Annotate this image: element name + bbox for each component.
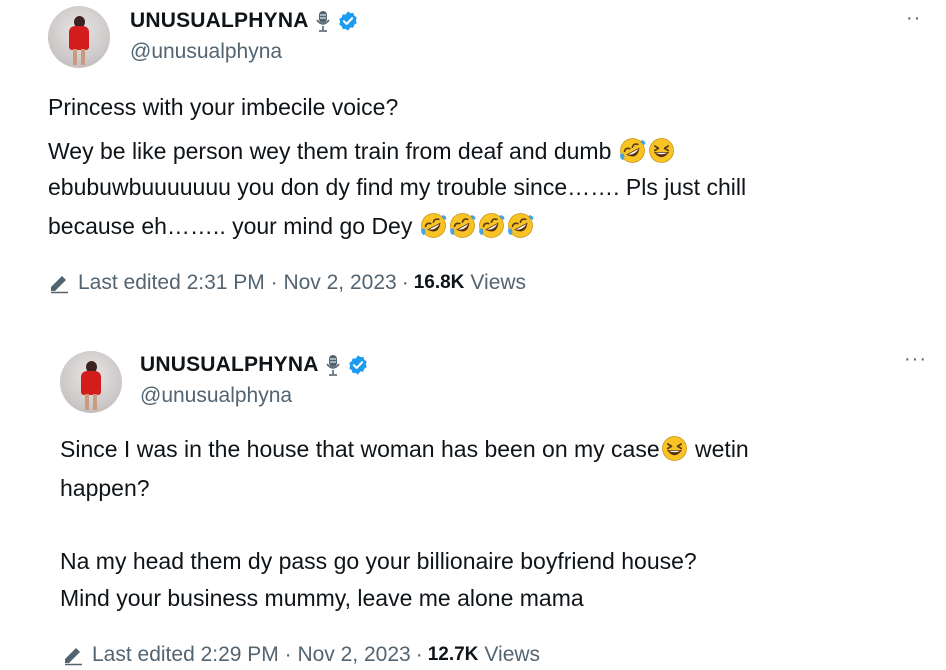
tweet-text-line: Na my head them dy pass go your billiona…: [60, 548, 697, 575]
author-name-row[interactable]: UNUSUALPHYNA: [140, 353, 369, 377]
tweet-card[interactable]: UNUSUALPHYNA @unusualphyna ·· Princess w…: [0, 0, 946, 322]
tweet-card[interactable]: UNUSUALPHYNA @unusualphyna ··· Since I w…: [0, 335, 946, 670]
more-options-button[interactable]: ···: [904, 349, 927, 369]
verified-badge-icon[interactable]: [347, 354, 369, 376]
rofl-emoji-icon: [478, 212, 505, 239]
avatar-figure-legs: [85, 394, 97, 410]
pencil-icon: [48, 272, 70, 294]
tweet-text-line: because eh…….. your mind go Dey: [48, 212, 535, 240]
tweet-text-line: Since I was in the house that woman has …: [60, 435, 749, 463]
tweet-text: wetin: [695, 436, 749, 462]
tweet-meta: Last edited 2:31 PM · Nov 2, 2023 · 16.8…: [48, 271, 526, 295]
user-handle[interactable]: @unusualphyna: [140, 384, 292, 408]
tweet-text: Wey be like person wey them train from d…: [48, 138, 612, 164]
last-edited-link[interactable]: Last edited 2:29 PM · Nov 2, 2023: [92, 643, 411, 667]
meta-separator: ·: [415, 643, 423, 666]
tweet-meta: Last edited 2:29 PM · Nov 2, 2023 · 12.7…: [62, 643, 540, 667]
tweet-text-line: Princess with your imbecile voice?: [48, 94, 398, 121]
views-label: Views: [484, 643, 541, 666]
meta-separator: ·: [401, 271, 409, 294]
microphone-icon: [325, 354, 341, 376]
last-edited-link[interactable]: Last edited 2:31 PM · Nov 2, 2023: [78, 271, 397, 295]
tweet-text-line: ebubuwbuuuuuuu you don dy find my troubl…: [48, 174, 746, 201]
avatar-figure-dress: [69, 26, 89, 50]
views-label: Views: [470, 271, 527, 294]
views-count: 12.7K: [427, 644, 479, 665]
tweet-text: Since I was in the house that woman has …: [60, 436, 660, 462]
tweet-text: because eh…….. your mind go Dey: [48, 213, 413, 239]
avatar[interactable]: [48, 6, 110, 68]
user-handle[interactable]: @unusualphyna: [130, 40, 282, 64]
rofl-emoji-icon: [507, 212, 534, 239]
tweet-text: Na my head them dy pass go your billiona…: [60, 548, 697, 574]
display-name[interactable]: UNUSUALPHYNA: [130, 9, 309, 33]
rofl-emoji-icon: [420, 212, 447, 239]
tweet-text: Mind your business mummy, leave me alone…: [60, 585, 584, 611]
author-name-row[interactable]: UNUSUALPHYNA: [130, 9, 359, 33]
display-name[interactable]: UNUSUALPHYNA: [140, 353, 319, 377]
pencil-icon: [62, 644, 84, 666]
tweet-text: Princess with your imbecile voice?: [48, 94, 399, 120]
rofl-emoji-icon: [449, 212, 476, 239]
grin-emoji-icon: [661, 435, 688, 462]
tweet-text-line: Wey be like person wey them train from d…: [48, 137, 676, 165]
tweet-text: happen?: [60, 475, 150, 501]
more-options-button[interactable]: ··: [906, 8, 921, 28]
tweet-text: ebubuwbuuuuuuu you don dy find my troubl…: [48, 174, 747, 200]
avatar-figure-legs: [73, 49, 85, 65]
tweet-text-line: Mind your business mummy, leave me alone…: [60, 585, 584, 612]
views-count: 16.8K: [413, 272, 465, 293]
grin-emoji-icon: [648, 137, 675, 164]
verified-badge-icon[interactable]: [337, 10, 359, 32]
microphone-icon: [315, 10, 331, 32]
rofl-emoji-icon: [619, 137, 646, 164]
avatar-figure-dress: [81, 371, 101, 395]
tweet-text-line: happen?: [60, 475, 150, 502]
avatar[interactable]: [60, 351, 122, 413]
